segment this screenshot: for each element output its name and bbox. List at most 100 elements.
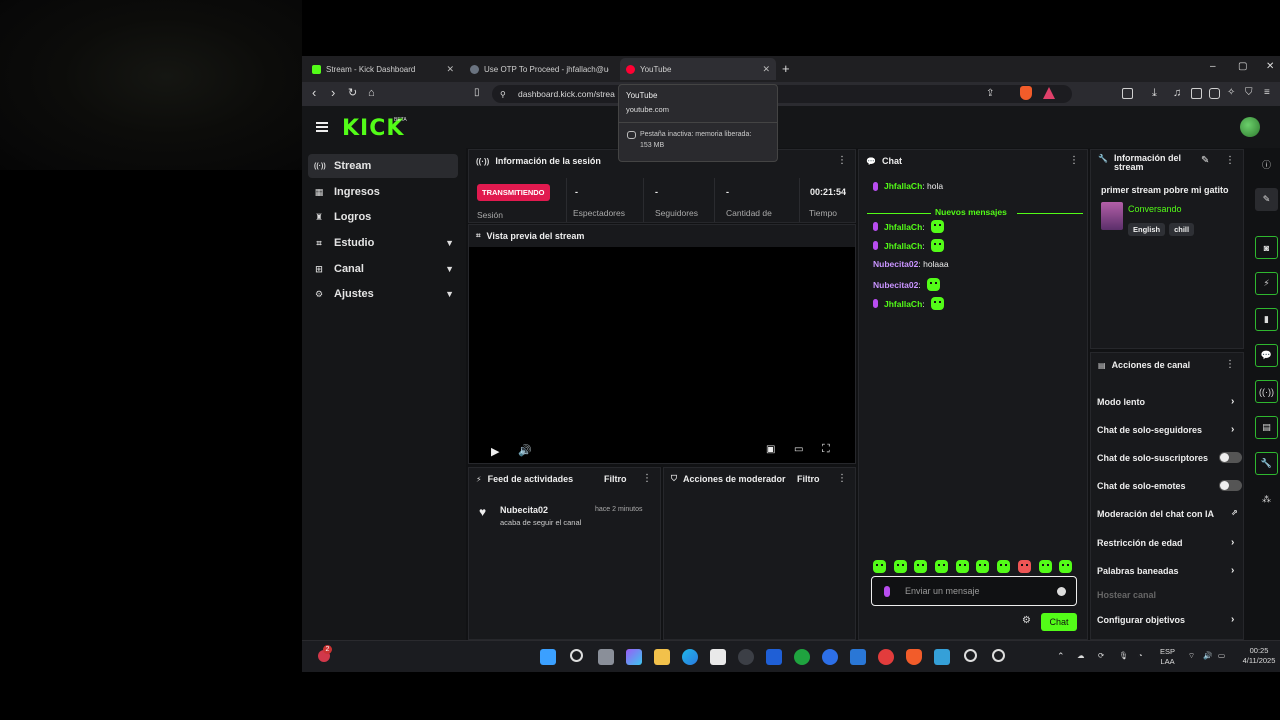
- tab-youtube[interactable]: YouTube ✕: [620, 58, 776, 80]
- chat-username[interactable]: JhfallaCh: [884, 241, 922, 251]
- obs-icon[interactable]: [992, 649, 1005, 662]
- sidebar-item-logros[interactable]: ♜ Logros: [308, 205, 458, 229]
- brave-shields-icon[interactable]: [1020, 86, 1032, 100]
- share-icon[interactable]: ⇪: [986, 87, 994, 101]
- app-icon[interactable]: [934, 649, 950, 665]
- more-options-icon[interactable]: ⋮: [837, 155, 847, 166]
- emote-icon[interactable]: [976, 560, 990, 573]
- emote-icon[interactable]: [1038, 560, 1052, 573]
- menu-icon[interactable]: ≡: [1264, 86, 1270, 100]
- file-explorer-icon[interactable]: [654, 649, 670, 665]
- emote-icon[interactable]: [955, 560, 969, 573]
- tray-sync-icon[interactable]: ⟳: [1098, 651, 1104, 661]
- edit-icon[interactable]: ✎: [1255, 188, 1278, 211]
- media-icon[interactable]: ♫: [1173, 86, 1181, 100]
- sidebar-item-estudio[interactable]: ⌗ Estudio ▼: [308, 231, 458, 255]
- app-icon[interactable]: [850, 649, 866, 665]
- sidebar-toggle-icon[interactable]: [1122, 88, 1133, 99]
- fullscreen-icon[interactable]: ⛶: [822, 443, 830, 456]
- panel-icon[interactable]: [1191, 88, 1202, 99]
- camera-icon[interactable]: ◙: [1255, 236, 1278, 259]
- bolt-icon[interactable]: ⚡: [1255, 272, 1278, 295]
- shield-icon[interactable]: ▮: [1255, 308, 1278, 331]
- search-icon[interactable]: [570, 649, 583, 662]
- channel-action-item[interactable]: Chat de solo-emotes: [1097, 480, 1242, 491]
- sidebar-item-ajustes[interactable]: ⚙ Ajustes ▼: [308, 282, 458, 306]
- copilot-icon[interactable]: [626, 649, 642, 665]
- emote-icon[interactable]: [893, 560, 907, 573]
- edge-icon[interactable]: [682, 649, 698, 665]
- back-icon[interactable]: ‹: [312, 86, 316, 100]
- emote-icon[interactable]: [935, 560, 949, 573]
- channel-action-item[interactable]: Moderación del chat con IA ⇗: [1097, 508, 1238, 519]
- emote-icon[interactable]: [873, 560, 886, 573]
- download-icon[interactable]: ⤓: [1152, 86, 1157, 100]
- tab-otp[interactable]: Use OTP To Proceed - jhfallach@ucn: [464, 58, 618, 80]
- more-options-icon[interactable]: ⋮: [1225, 155, 1235, 166]
- list-icon[interactable]: ▤: [1255, 416, 1278, 439]
- brave-icon[interactable]: [906, 649, 922, 665]
- tray-overflow-icon[interactable]: ⌃: [1057, 651, 1065, 661]
- user-avatar[interactable]: [1240, 117, 1260, 137]
- store-icon[interactable]: [710, 649, 726, 665]
- emoji-icon[interactable]: [1057, 587, 1066, 596]
- chat-username[interactable]: JhfallaCh: [884, 222, 922, 232]
- chat-message-input[interactable]: Enviar un mensaje: [871, 576, 1077, 606]
- obs-icon[interactable]: [964, 649, 977, 662]
- emote-icon[interactable]: [1059, 560, 1073, 573]
- vpn-icon[interactable]: ⛉: [1245, 86, 1253, 100]
- windows-start-icon[interactable]: [540, 649, 556, 665]
- tray-app-icon[interactable]: ◔: [1138, 651, 1143, 661]
- volume-icon[interactable]: 🔊: [518, 444, 532, 457]
- clock[interactable]: 00:25 4/11/2025: [1239, 646, 1279, 666]
- wifi-icon[interactable]: ⌔: [1188, 651, 1195, 661]
- close-window-button[interactable]: ✕: [1266, 61, 1274, 72]
- filter-button[interactable]: Filtro: [797, 474, 820, 484]
- play-icon[interactable]: ▶: [491, 445, 499, 458]
- close-icon[interactable]: ✕: [762, 64, 770, 75]
- sidebar-item-ingresos[interactable]: ▦ Ingresos: [308, 180, 458, 204]
- theater-icon[interactable]: ▭: [794, 444, 803, 455]
- url-field[interactable]: ⚲ dashboard.kick.com/strea ⇪: [492, 85, 1072, 103]
- more-options-icon[interactable]: ⋮: [1069, 155, 1079, 166]
- hamburger-menu-icon[interactable]: [316, 122, 328, 132]
- channel-action-item[interactable]: Palabras baneadas ›: [1097, 565, 1234, 576]
- pip-icon[interactable]: ▣: [766, 444, 775, 455]
- leo-icon[interactable]: ✧: [1227, 86, 1235, 100]
- channel-action-item[interactable]: Chat de solo-suscriptores: [1097, 452, 1242, 463]
- chat-settings-icon[interactable]: ⚙: [1022, 615, 1031, 626]
- sidebar-item-canal[interactable]: ⊞ Canal ▼: [308, 257, 458, 281]
- emote-icon[interactable]: [997, 560, 1011, 573]
- edit-icon[interactable]: ✎: [1201, 155, 1209, 166]
- chat-username[interactable]: JhfallaCh: [884, 299, 922, 309]
- battery-icon[interactable]: ▭: [1218, 651, 1225, 661]
- broadcast-icon[interactable]: ((·)): [1255, 380, 1278, 403]
- wrench-icon[interactable]: 🔧: [1255, 452, 1278, 475]
- xbox-icon[interactable]: [794, 649, 810, 665]
- new-tab-button[interactable]: +: [782, 61, 790, 76]
- channel-action-item[interactable]: Configurar objetivos ›: [1097, 614, 1234, 625]
- chat-username[interactable]: JhfallaCh: [884, 181, 922, 191]
- app-icon[interactable]: [738, 649, 754, 665]
- maximize-button[interactable]: ▢: [1238, 61, 1247, 72]
- channel-action-item[interactable]: Chat de solo-seguidores ›: [1097, 424, 1234, 435]
- wallet-icon[interactable]: [1209, 88, 1220, 99]
- home-icon[interactable]: ⌂: [368, 86, 375, 100]
- tab-kick-dashboard[interactable]: Stream - Kick Dashboard ✕: [306, 58, 460, 80]
- app-icon[interactable]: [878, 649, 894, 665]
- task-view-icon[interactable]: [598, 649, 614, 665]
- forward-icon[interactable]: ›: [331, 86, 335, 100]
- emote-icon[interactable]: [1017, 560, 1031, 573]
- sidebar-item-stream[interactable]: ((·)) Stream: [308, 154, 458, 178]
- more-options-icon[interactable]: ⋮: [1225, 359, 1235, 370]
- filter-button[interactable]: Filtro: [604, 474, 627, 484]
- chat-icon[interactable]: 💬: [1255, 344, 1278, 367]
- reload-icon[interactable]: ↻: [348, 86, 357, 100]
- keyboard-language[interactable]: ESP LAA: [1160, 647, 1175, 667]
- close-icon[interactable]: ✕: [446, 64, 454, 75]
- info-icon[interactable]: ⓘ: [1255, 153, 1278, 176]
- tray-mic-icon[interactable]: 🎙: [1119, 651, 1129, 661]
- toggle-switch[interactable]: [1219, 480, 1242, 491]
- tray-cloud-icon[interactable]: ☁: [1077, 651, 1085, 661]
- app-icon[interactable]: [766, 649, 782, 665]
